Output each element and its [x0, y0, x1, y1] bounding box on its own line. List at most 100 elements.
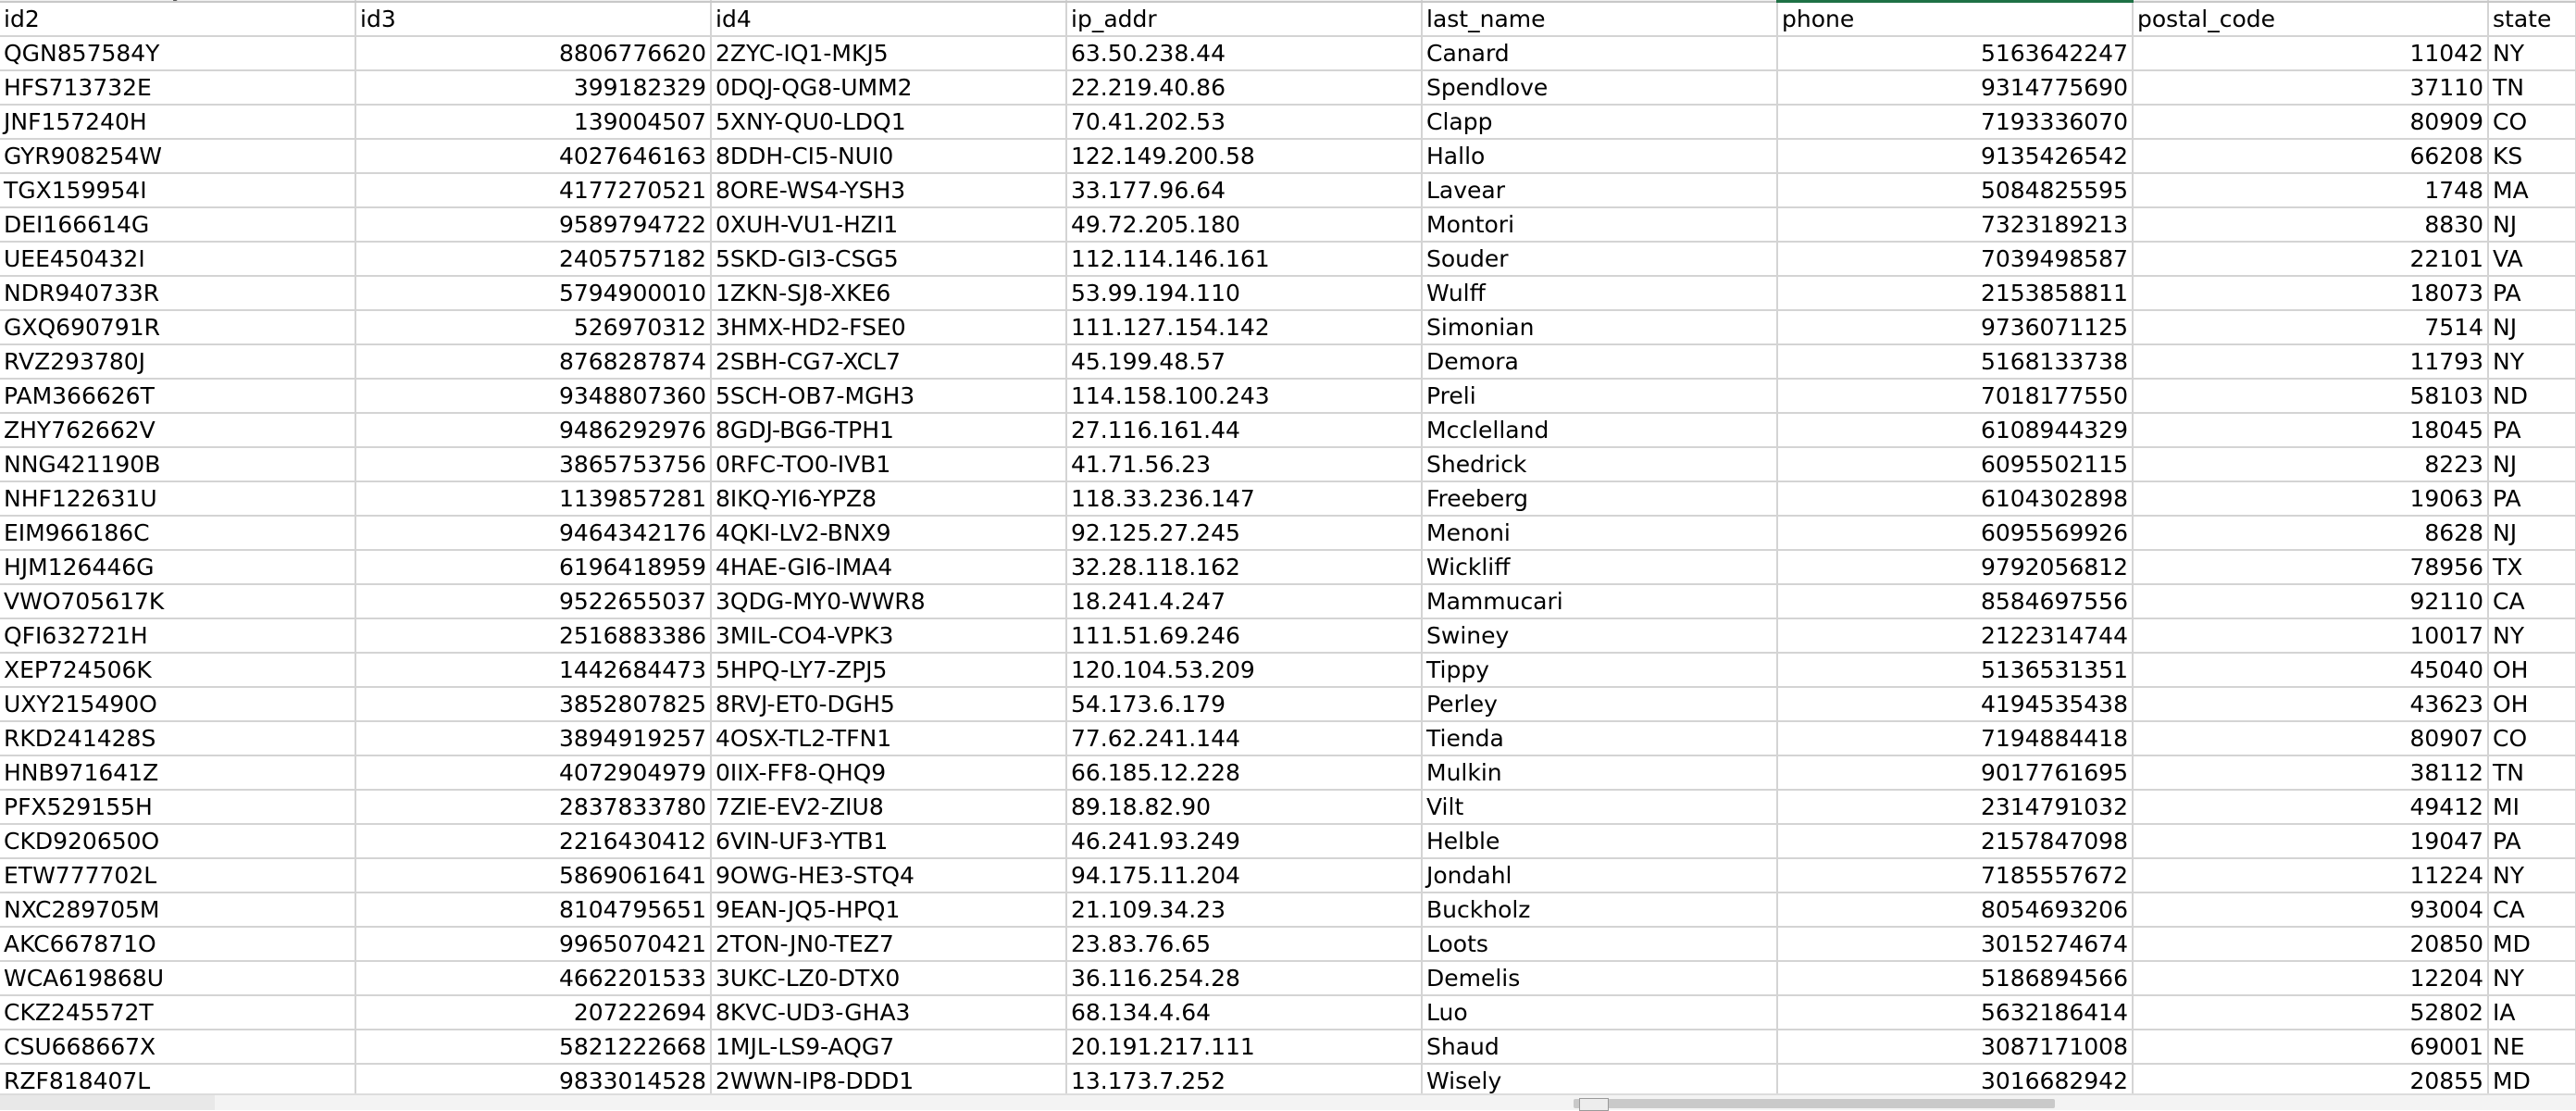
cell-id4[interactable]: 3HMX-HD2-FSE0 — [711, 310, 1067, 345]
cell-id2[interactable]: GYR908254W — [0, 139, 356, 174]
cell-id3[interactable]: 5821222668 — [355, 1030, 712, 1065]
cell-postal-code[interactable]: 1748 — [2133, 173, 2489, 208]
cell-id4[interactable]: 8IKQ-YI6-YPZ8 — [711, 481, 1067, 517]
cell-id4[interactable]: 4QKI-LV2-BNX9 — [711, 516, 1067, 551]
cell-last-name[interactable]: Montori — [1422, 207, 1778, 243]
cell-id2[interactable]: RKD241428S — [0, 721, 356, 756]
cell-ip-addr[interactable]: 89.18.82.90 — [1066, 790, 1423, 825]
cell-id4[interactable]: 8DDH-CI5-NUI0 — [711, 139, 1067, 174]
cell-id2[interactable]: QFI632721H — [0, 618, 356, 654]
cell-state[interactable]: MI — [2488, 790, 2576, 825]
cell-last-name[interactable]: Luo — [1422, 995, 1778, 1030]
cell-last-name[interactable]: Mulkin — [1422, 755, 1778, 791]
cell-postal-code[interactable]: 8628 — [2133, 516, 2489, 551]
header-cell-id3[interactable]: id3 — [355, 1, 712, 37]
cell-phone[interactable]: 7185557672 — [1777, 858, 2134, 893]
cell-state[interactable]: CA — [2488, 584, 2576, 619]
cell-state[interactable]: OH — [2488, 653, 2576, 688]
cell-phone[interactable]: 9736071125 — [1777, 310, 2134, 345]
cell-id2[interactable]: HFS713732E — [0, 70, 356, 106]
cell-last-name[interactable]: Souder — [1422, 242, 1778, 277]
cell-id2[interactable]: NNG421190B — [0, 447, 356, 482]
cell-last-name[interactable]: Hallo — [1422, 139, 1778, 174]
cell-id4[interactable]: 2ZYC-IQ1-MKJ5 — [711, 36, 1067, 71]
cell-state[interactable]: NE — [2488, 1030, 2576, 1065]
cell-last-name[interactable]: Lavear — [1422, 173, 1778, 208]
cell-phone[interactable]: 7194884418 — [1777, 721, 2134, 756]
cell-phone[interactable]: 7039498587 — [1777, 242, 2134, 277]
cell-last-name[interactable]: Canard — [1422, 36, 1778, 71]
cell-last-name[interactable]: Loots — [1422, 927, 1778, 962]
cell-postal-code[interactable]: 12204 — [2133, 961, 2489, 996]
cell-state[interactable]: TN — [2488, 755, 2576, 791]
cell-ip-addr[interactable]: 66.185.12.228 — [1066, 755, 1423, 791]
cell-postal-code[interactable]: 7514 — [2133, 310, 2489, 345]
cell-ip-addr[interactable]: 111.51.69.246 — [1066, 618, 1423, 654]
cell-id4[interactable]: 1MJL-LS9-AQG7 — [711, 1030, 1067, 1065]
cell-id4[interactable]: 9EAN-JQ5-HPQ1 — [711, 893, 1067, 928]
header-cell-phone[interactable]: phone — [1777, 1, 2134, 37]
cell-postal-code[interactable]: 20850 — [2133, 927, 2489, 962]
cell-phone[interactable]: 7323189213 — [1777, 207, 2134, 243]
cell-id2[interactable]: UEE450432I — [0, 242, 356, 277]
cell-phone[interactable]: 3087171008 — [1777, 1030, 2134, 1065]
cell-phone[interactable]: 2314791032 — [1777, 790, 2134, 825]
cell-postal-code[interactable]: 80907 — [2133, 721, 2489, 756]
cell-ip-addr[interactable]: 20.191.217.111 — [1066, 1030, 1423, 1065]
cell-state[interactable]: NJ — [2488, 516, 2576, 551]
cell-phone[interactable]: 5084825595 — [1777, 173, 2134, 208]
cell-id4[interactable]: 5HPQ-LY7-ZPJ5 — [711, 653, 1067, 688]
cell-id2[interactable]: PFX529155H — [0, 790, 356, 825]
cell-ip-addr[interactable]: 53.99.194.110 — [1066, 276, 1423, 311]
cell-phone[interactable]: 2122314744 — [1777, 618, 2134, 654]
cell-postal-code[interactable]: 18045 — [2133, 413, 2489, 448]
cell-id2[interactable]: NDR940733R — [0, 276, 356, 311]
spreadsheet-grid[interactable]: JKLMNOP id2id3id4ip_addrlast_namephonepo… — [0, 0, 2576, 1108]
cell-id3[interactable]: 9464342176 — [355, 516, 712, 551]
cell-ip-addr[interactable]: 21.109.34.23 — [1066, 893, 1423, 928]
header-cell-id4[interactable]: id4 — [711, 1, 1067, 37]
cell-id2[interactable]: AKC667871O — [0, 927, 356, 962]
cell-ip-addr[interactable]: 111.127.154.142 — [1066, 310, 1423, 345]
cell-id3[interactable]: 5869061641 — [355, 858, 712, 893]
cell-postal-code[interactable]: 37110 — [2133, 70, 2489, 106]
cell-state[interactable]: NJ — [2488, 447, 2576, 482]
cell-last-name[interactable]: Simonian — [1422, 310, 1778, 345]
cell-last-name[interactable]: Perley — [1422, 687, 1778, 722]
cell-id3[interactable]: 207222694 — [355, 995, 712, 1030]
cell-id3[interactable]: 9486292976 — [355, 413, 712, 448]
cell-state[interactable]: NY — [2488, 618, 2576, 654]
cell-id2[interactable]: CKD920650O — [0, 824, 356, 859]
cell-id4[interactable]: 3UKC-LZ0-DTX0 — [711, 961, 1067, 996]
cell-postal-code[interactable]: 58103 — [2133, 379, 2489, 414]
cell-phone[interactable]: 5186894566 — [1777, 961, 2134, 996]
cell-ip-addr[interactable]: 36.116.254.28 — [1066, 961, 1423, 996]
cell-postal-code[interactable]: 11042 — [2133, 36, 2489, 71]
cell-last-name[interactable]: Mammucari — [1422, 584, 1778, 619]
cell-state[interactable]: OH — [2488, 687, 2576, 722]
cell-id3[interactable]: 8768287874 — [355, 344, 712, 380]
cell-id4[interactable]: 9OWG-HE3-STQ4 — [711, 858, 1067, 893]
cell-id2[interactable]: PAM366626T — [0, 379, 356, 414]
cell-state[interactable]: MA — [2488, 173, 2576, 208]
cell-state[interactable]: PA — [2488, 413, 2576, 448]
cell-phone[interactable]: 8054693206 — [1777, 893, 2134, 928]
cell-last-name[interactable]: Clapp — [1422, 105, 1778, 140]
cell-id4[interactable]: 8RVJ-ET0-DGH5 — [711, 687, 1067, 722]
cell-state[interactable]: NJ — [2488, 207, 2576, 243]
cell-id4[interactable]: 0DQJ-QG8-UMM2 — [711, 70, 1067, 106]
cell-id2[interactable]: NHF122631U — [0, 481, 356, 517]
cell-last-name[interactable]: Mcclelland — [1422, 413, 1778, 448]
cell-phone[interactable]: 5632186414 — [1777, 995, 2134, 1030]
cell-postal-code[interactable]: 11793 — [2133, 344, 2489, 380]
cell-id3[interactable]: 4072904979 — [355, 755, 712, 791]
cell-postal-code[interactable]: 49412 — [2133, 790, 2489, 825]
cell-last-name[interactable]: Demelis — [1422, 961, 1778, 996]
cell-ip-addr[interactable]: 45.199.48.57 — [1066, 344, 1423, 380]
cell-state[interactable]: NJ — [2488, 310, 2576, 345]
cell-last-name[interactable]: Shedrick — [1422, 447, 1778, 482]
cell-ip-addr[interactable]: 32.28.118.162 — [1066, 550, 1423, 585]
cell-postal-code[interactable]: 8830 — [2133, 207, 2489, 243]
cell-last-name[interactable]: Tienda — [1422, 721, 1778, 756]
cell-ip-addr[interactable]: 46.241.93.249 — [1066, 824, 1423, 859]
